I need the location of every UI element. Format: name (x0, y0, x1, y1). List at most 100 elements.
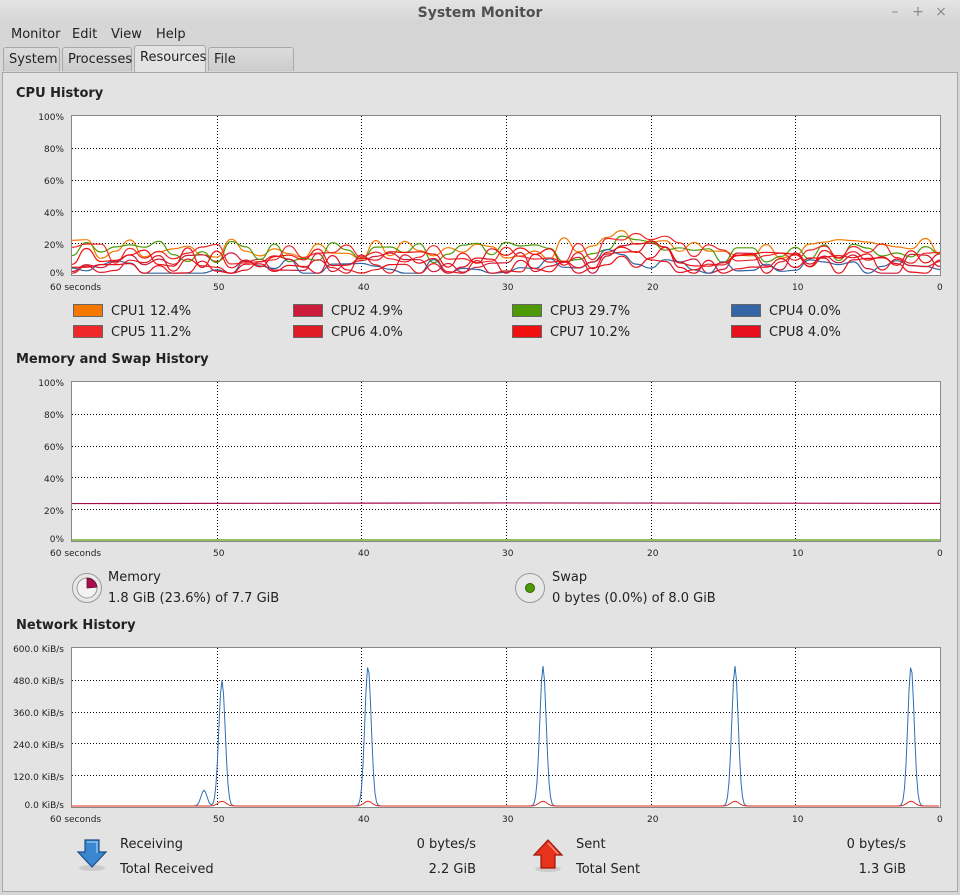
title-bar: System Monitor – + × (0, 0, 960, 24)
receiving-line (72, 665, 939, 807)
window-title: System Monitor (417, 5, 543, 21)
mem-x-label: 50 (213, 549, 225, 559)
cpu-x-label: 40 (358, 283, 370, 293)
net-y-label: 120.0 KiB/s (13, 773, 64, 783)
memory-label: Memory (108, 570, 161, 585)
cpu8-legend: CPU8 4.0% (769, 325, 841, 340)
menu-help[interactable]: Help (156, 27, 186, 42)
memory-history-graph (71, 381, 941, 542)
cpu-history-plot (72, 116, 940, 275)
net-x-label: 60 seconds (50, 815, 102, 825)
mem-y-label: 60% (43, 443, 64, 453)
cpu7-legend: CPU7 10.2% (550, 325, 631, 340)
mem-x-label: 30 (502, 549, 514, 559)
mem-x-label: 20 (647, 549, 659, 559)
cpu-history-graph (71, 115, 941, 276)
net-x-label: 10 (792, 815, 804, 825)
net-y-label: 480.0 KiB/s (13, 677, 64, 687)
tab-bar: System Processes Resources File Systems (0, 45, 960, 91)
cpu-x-label: 0 (937, 283, 943, 293)
cpu1-color-swatch[interactable] (73, 304, 103, 317)
menu-view[interactable]: View (111, 27, 142, 42)
cpu-x-label: 20 (647, 283, 659, 293)
network-history-plot (72, 648, 940, 807)
memory-history-plot (72, 382, 940, 541)
net-y-label: 600.0 KiB/s (13, 645, 64, 655)
tab-file-systems[interactable]: File Systems (208, 47, 294, 91)
mem-y-label: 0% (49, 535, 64, 545)
menu-edit[interactable]: Edit (72, 27, 97, 42)
net-x-label: 20 (647, 815, 659, 825)
cpu-x-label: 50 (213, 283, 225, 293)
tab-processes[interactable]: Processes (62, 47, 132, 71)
total-sent-value: 1.3 GiB (858, 862, 906, 877)
cpu4-color-swatch[interactable] (731, 304, 761, 317)
cpu-y-label: 80% (43, 145, 64, 155)
total-received-value: 2.2 GiB (428, 862, 476, 877)
network-history-title: Network History (16, 618, 136, 633)
cpu2-color-swatch[interactable] (293, 304, 323, 317)
cpu-x-label: 10 (792, 283, 804, 293)
mem-x-label: 0 (937, 549, 943, 559)
memory-line (72, 502, 940, 505)
mem-y-label: 80% (43, 411, 64, 421)
swap-dot-icon (525, 583, 535, 593)
cpu-y-label: 40% (43, 209, 64, 219)
cpu-history-title: CPU History (16, 86, 104, 101)
cpu6-color-swatch[interactable] (293, 325, 323, 338)
net-x-label: 40 (358, 815, 370, 825)
memory-pie-chart (76, 577, 98, 599)
total-sent-label: Total Sent (576, 862, 641, 877)
total-received-label: Total Received (120, 862, 214, 877)
mem-y-label: 100% (38, 379, 64, 389)
memory-history-title: Memory and Swap History (16, 352, 209, 367)
mem-x-label: 10 (792, 549, 804, 559)
cpu6-legend: CPU6 4.0% (331, 325, 403, 340)
maximize-button[interactable]: + (909, 2, 927, 22)
cpu2-legend: CPU2 4.9% (331, 304, 403, 319)
swap-pie-icon[interactable] (515, 573, 545, 603)
receiving-label: Receiving (120, 837, 184, 852)
sent-line (72, 800, 939, 807)
tab-resources[interactable]: Resources (134, 45, 206, 73)
cpu-y-label: 100% (38, 113, 64, 123)
memory-pie-icon[interactable] (72, 573, 102, 603)
sent-arrow-icon[interactable] (532, 838, 564, 872)
cpu5-color-swatch[interactable] (73, 325, 103, 338)
cpu4-legend: CPU4 0.0% (769, 304, 841, 319)
menu-bar: Monitor Edit View Help (0, 24, 960, 46)
mem-x-label: 40 (358, 549, 370, 559)
swap-value: 0 bytes (0.0%) of 8.0 GiB (552, 591, 716, 606)
sent-value: 0 bytes/s (846, 837, 906, 852)
close-button[interactable]: × (932, 2, 950, 22)
net-y-label: 0.0 KiB/s (24, 801, 64, 811)
memory-value: 1.8 GiB (23.6%) of 7.7 GiB (108, 591, 280, 606)
tab-system[interactable]: System (3, 47, 60, 71)
net-x-label: 30 (502, 815, 514, 825)
receiving-arrow-icon[interactable] (76, 838, 108, 872)
mem-x-label: 60 seconds (50, 549, 102, 559)
swap-label: Swap (552, 570, 588, 585)
cpu1-legend: CPU1 12.4% (111, 304, 192, 319)
mem-y-label: 40% (43, 475, 64, 485)
cpu-x-label: 60 seconds (50, 283, 102, 293)
memory-pie-slice (86, 577, 98, 589)
minimize-button[interactable]: – (886, 2, 904, 22)
net-x-label: 50 (213, 815, 225, 825)
net-x-label: 0 (937, 815, 943, 825)
cpu-y-label: 20% (43, 241, 64, 251)
sent-label: Sent (576, 837, 606, 852)
cpu7-color-swatch[interactable] (512, 325, 542, 338)
cpu8-color-swatch[interactable] (731, 325, 761, 338)
cpu-y-label: 60% (43, 177, 64, 187)
cpu-x-label: 30 (502, 283, 514, 293)
cpu3-legend: CPU3 29.7% (550, 304, 631, 319)
receiving-value: 0 bytes/s (416, 837, 476, 852)
net-y-label: 360.0 KiB/s (13, 709, 64, 719)
cpu3-color-swatch[interactable] (512, 304, 542, 317)
menu-monitor[interactable]: Monitor (11, 27, 60, 42)
network-history-graph (71, 647, 941, 808)
cpu5-legend: CPU5 11.2% (111, 325, 192, 340)
cpu-y-label: 0% (49, 269, 64, 279)
net-y-label: 240.0 KiB/s (13, 741, 64, 751)
